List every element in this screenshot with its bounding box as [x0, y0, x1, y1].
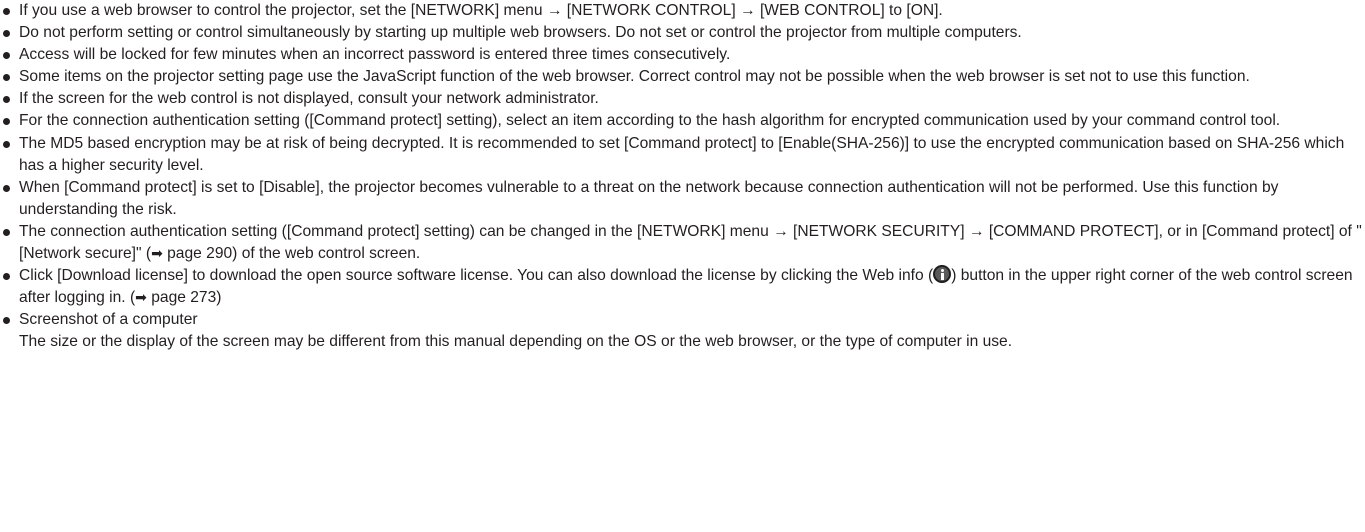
note-item: When [Command protect] is set to [Disabl… — [2, 177, 1365, 221]
note-text: For the connection authentication settin… — [19, 112, 1281, 130]
note-item: Access will be locked for few minutes wh… — [2, 44, 1365, 66]
note-text: Some items on the projector setting page… — [19, 68, 1250, 86]
bullet-icon — [3, 96, 10, 104]
bullet-icon — [3, 118, 10, 126]
note-text-part3: page 273) — [146, 289, 222, 307]
bullet-icon — [3, 52, 10, 60]
note-text: Access will be locked for few minutes wh… — [19, 46, 731, 64]
note-text: If the screen for the web control is not… — [19, 90, 599, 108]
note-text-part2: page 290) of the web control screen. — [162, 245, 421, 263]
note-text: The MD5 based encryption may be at risk … — [19, 134, 1345, 174]
bullet-icon — [3, 140, 10, 148]
note-item: Do not perform setting or control simult… — [2, 22, 1365, 44]
note-title: Screenshot of a computer — [19, 311, 198, 329]
bullet-icon — [3, 30, 10, 38]
bullet-icon — [3, 317, 10, 325]
note-item: Click [Download license] to download the… — [2, 265, 1365, 309]
note-item: Screenshot of a computer The size or the… — [2, 309, 1365, 353]
note-item: Some items on the projector setting page… — [2, 66, 1365, 88]
note-text: When [Command protect] is set to [Disabl… — [19, 178, 1279, 218]
note-item: If the screen for the web control is not… — [2, 88, 1365, 110]
notes-list: If you use a web browser to control the … — [0, 0, 1365, 354]
note-text: If you use a web browser to control the … — [19, 2, 943, 19]
bullet-icon — [3, 8, 10, 15]
note-item: The connection authentication setting ([… — [2, 221, 1365, 265]
note-item: For the connection authentication settin… — [2, 110, 1365, 132]
note-item: The MD5 based encryption may be at risk … — [2, 133, 1365, 177]
page-ref-arrow-icon: ➡ — [135, 290, 147, 307]
page-ref-arrow-icon: ➡ — [151, 246, 163, 263]
bullet-icon — [3, 74, 10, 82]
bullet-icon — [3, 228, 10, 236]
note-text-part1: Click [Download license] to download the… — [19, 267, 934, 285]
bullet-icon — [3, 273, 10, 281]
bullet-icon — [3, 184, 10, 192]
note-text: The size or the display of the screen ma… — [19, 333, 1013, 351]
note-text: Do not perform setting or control simult… — [19, 24, 1022, 42]
web-info-icon — [933, 265, 952, 284]
note-item: If you use a web browser to control the … — [2, 0, 1365, 22]
